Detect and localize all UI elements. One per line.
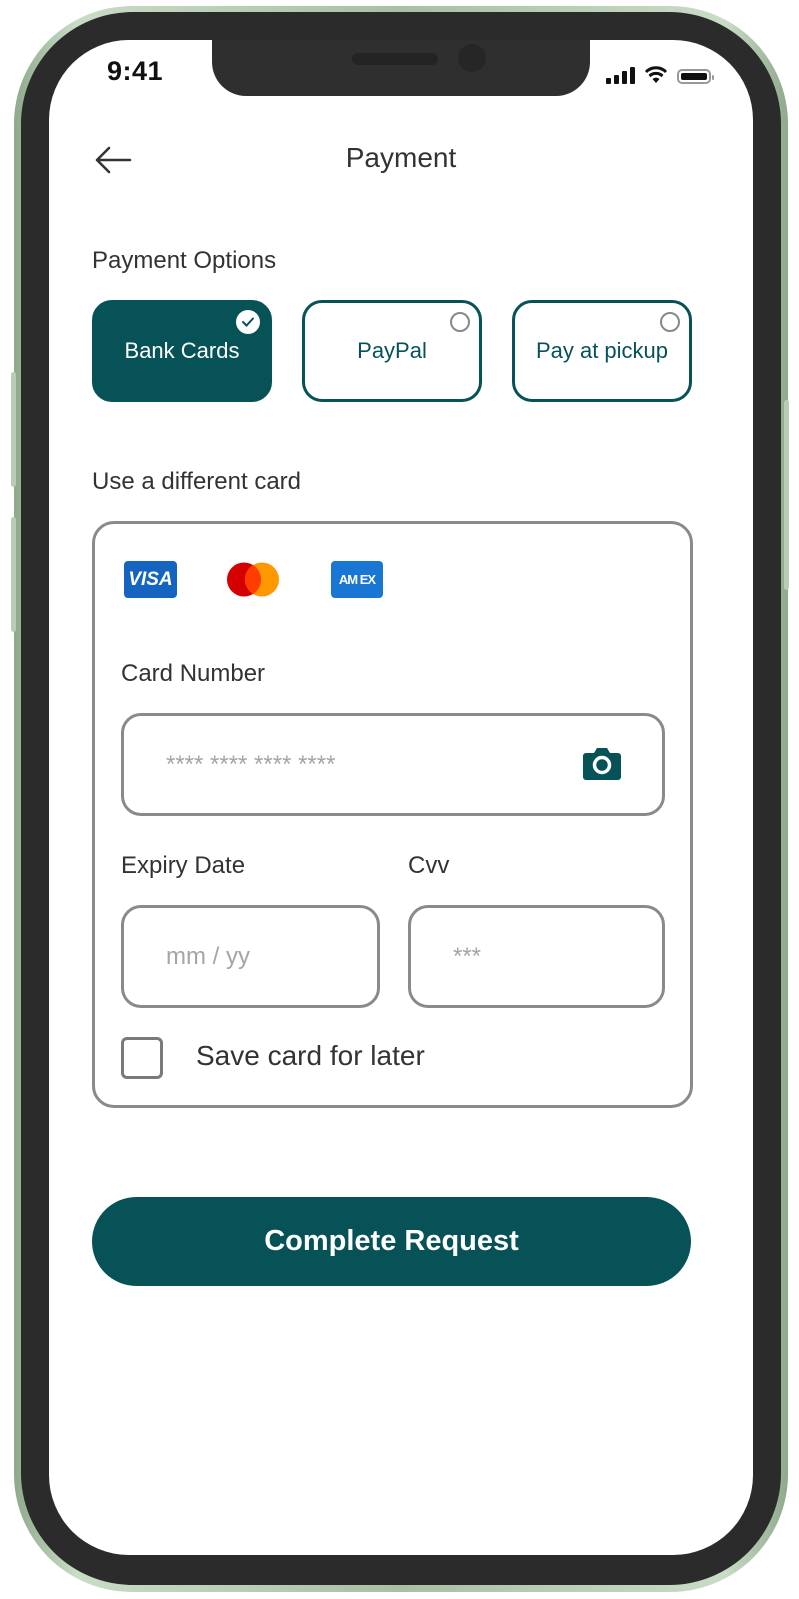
save-card-label: Save card for later — [196, 1040, 425, 1071]
status-icons — [606, 66, 714, 84]
expiry-field — [121, 905, 380, 1008]
radio-icon — [660, 312, 680, 332]
complete-request-button[interactable]: Complete Request — [92, 1197, 691, 1286]
cvv-label: Cvv — [408, 852, 450, 879]
option-label: Bank Cards — [124, 338, 240, 363]
card-form: VISA AM EX Card Number Expiry Date Cvv S… — [92, 521, 693, 1108]
side-button — [784, 400, 789, 590]
save-card-checkbox[interactable] — [121, 1037, 163, 1079]
wifi-icon — [644, 66, 668, 83]
battery-icon — [677, 69, 714, 84]
option-paypal[interactable]: PayPal — [302, 300, 482, 402]
check-icon — [236, 310, 260, 334]
signal-icon — [606, 66, 635, 84]
option-label: Pay at pickup — [535, 338, 669, 363]
cvv-input[interactable] — [411, 942, 662, 971]
different-card-label: Use a different card — [92, 468, 302, 495]
page-title: Payment — [345, 142, 457, 173]
expiry-input[interactable] — [124, 942, 377, 971]
option-label: PayPal — [357, 338, 427, 363]
payment-options: Bank Cards PayPal Pay at pickup — [92, 300, 692, 404]
side-button — [11, 517, 16, 632]
status-time: 9:41 — [107, 56, 164, 86]
payment-options-label: Payment Options — [92, 247, 277, 274]
radio-icon — [450, 312, 470, 332]
card-number-field — [121, 713, 665, 816]
header: Payment — [49, 130, 753, 190]
mastercard-logo-icon — [227, 562, 279, 597]
card-number-label: Card Number — [121, 660, 266, 687]
screen: 9:41 Payment Payment Options Bank Cards — [49, 40, 753, 1555]
amex-logo-icon: AM EX — [331, 561, 383, 598]
cvv-field — [408, 905, 665, 1008]
visa-logo-icon: VISA — [124, 561, 177, 598]
speaker — [352, 53, 438, 65]
option-pay-at-pickup[interactable]: Pay at pickup — [512, 300, 692, 402]
expiry-label: Expiry Date — [121, 852, 246, 879]
side-button — [11, 372, 16, 487]
front-camera — [458, 44, 486, 72]
notch — [212, 40, 590, 96]
option-bank-cards[interactable]: Bank Cards — [92, 300, 272, 402]
camera-icon[interactable] — [582, 744, 622, 782]
